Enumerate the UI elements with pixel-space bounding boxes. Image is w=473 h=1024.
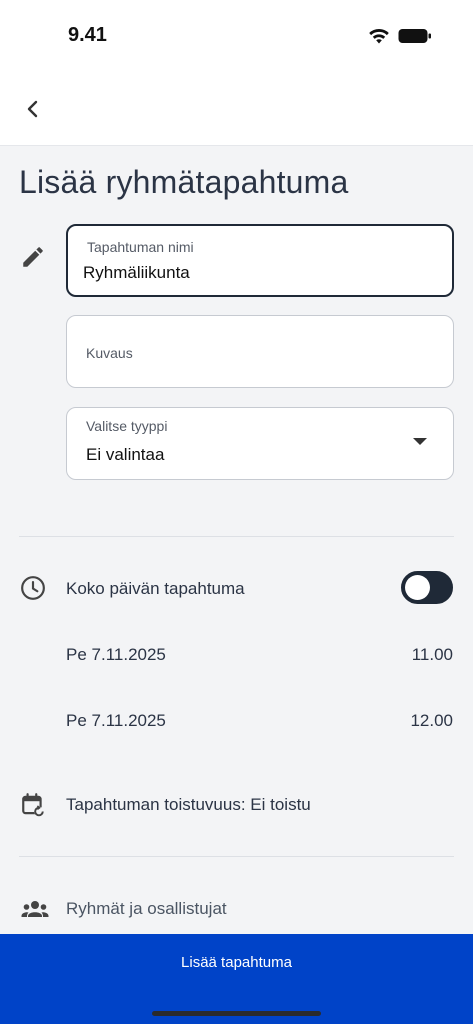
event-type-value: Ei valintaa	[86, 445, 165, 464]
event-name-value: Ryhmäliikunta	[83, 263, 190, 282]
clock-icon	[21, 576, 45, 600]
chevron-left-icon	[27, 100, 38, 118]
status-time: 9.41	[68, 24, 107, 46]
dropdown-arrow-icon	[413, 438, 427, 445]
status-bar: 9.41	[0, 0, 473, 72]
event-type-label: Valitse tyyppi	[86, 418, 168, 434]
add-event-button[interactable]: Lisää tapahtuma	[0, 934, 473, 990]
all-day-label: Koko päivän tapahtuma	[66, 579, 245, 598]
pencil-icon	[23, 247, 43, 267]
back-button[interactable]	[18, 94, 48, 124]
top-app-bar	[0, 72, 473, 146]
recurrence-label[interactable]: Tapahtuman toistuvuus: Ei toistu	[66, 795, 311, 815]
start-date[interactable]: Pe 7.11.2025	[66, 645, 166, 665]
all-day-toggle[interactable]	[401, 571, 453, 604]
participants-label[interactable]: Ryhmät ja osallistujat	[66, 899, 227, 919]
event-type-select[interactable]: Valitse tyyppi Ei valintaa	[66, 407, 454, 480]
calendar-repeat-icon	[22, 793, 44, 817]
divider	[19, 536, 454, 537]
end-date[interactable]: Pe 7.11.2025	[66, 711, 166, 731]
end-time[interactable]: 12.00	[410, 711, 453, 731]
start-time[interactable]: 11.00	[412, 645, 453, 665]
divider	[19, 856, 454, 857]
battery-icon	[398, 29, 431, 43]
event-name-field[interactable]: Tapahtuman nimi Ryhmäliikunta	[66, 224, 454, 297]
description-field[interactable]: Kuvaus	[66, 315, 454, 388]
bottom-action-bar: Lisää tapahtuma	[0, 934, 473, 1024]
description-label: Kuvaus	[86, 345, 133, 361]
toggle-knob	[405, 575, 430, 600]
page-title: Lisää ryhmätapahtuma	[19, 164, 349, 200]
wifi-icon	[369, 28, 389, 44]
home-indicator	[152, 1011, 321, 1016]
event-name-label: Tapahtuman nimi	[87, 239, 194, 255]
group-icon	[21, 901, 49, 917]
